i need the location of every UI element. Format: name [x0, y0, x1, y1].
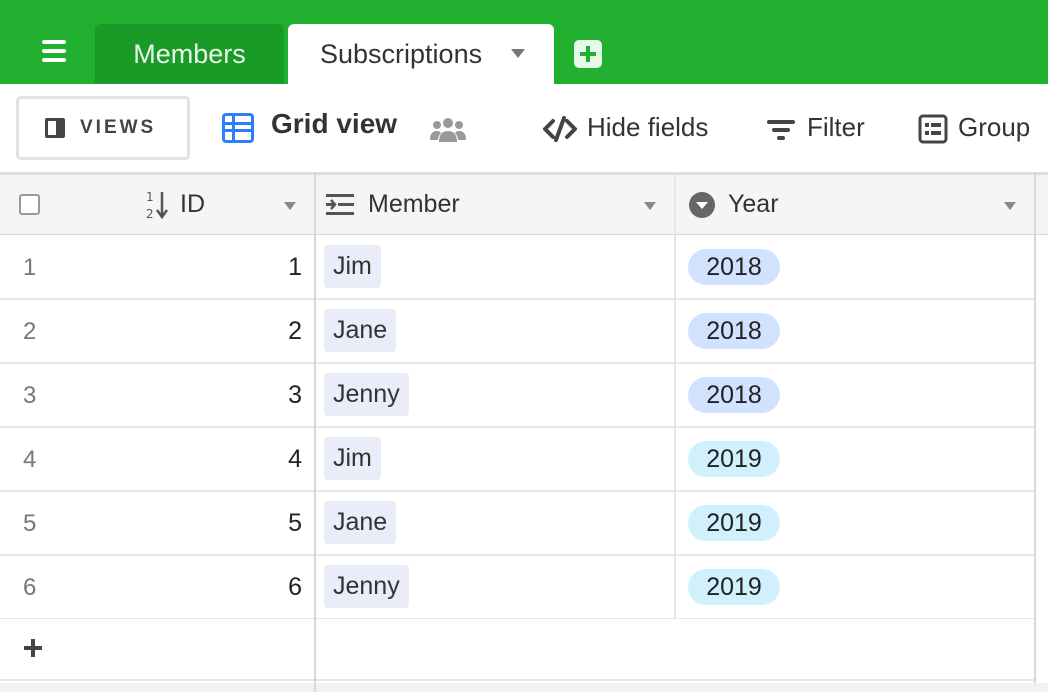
cell-id[interactable]: 1 — [288, 253, 302, 282]
column-divider — [674, 172, 676, 619]
row-number: 5 — [23, 510, 37, 537]
column-label-id: ID — [180, 190, 205, 218]
cell-id[interactable]: 5 — [288, 509, 302, 538]
hide-fields-label: Hide fields — [587, 112, 709, 142]
plus-icon[interactable] — [24, 639, 42, 657]
chevron-down-icon[interactable] — [511, 49, 525, 58]
table-row[interactable]: 1 1 Jim 2018 — [0, 236, 1036, 300]
sidebar-toggle-icon — [45, 118, 65, 138]
table-row[interactable]: 2 2 Jane 2018 — [0, 300, 1036, 364]
column-header-year[interactable]: Year — [676, 175, 1036, 235]
filter-button[interactable]: Filter — [766, 108, 874, 148]
chevron-down-icon[interactable] — [644, 202, 656, 210]
member-link-pill[interactable]: Jim — [324, 437, 381, 480]
cell-id[interactable]: 3 — [288, 381, 302, 410]
svg-text:1: 1 — [146, 190, 154, 204]
row-number: 1 — [23, 254, 37, 281]
year-tag[interactable]: 2019 — [688, 505, 780, 541]
filter-label: Filter — [807, 112, 865, 142]
menu-icon[interactable] — [36, 38, 72, 68]
group-icon — [918, 114, 948, 144]
tab-subscriptions[interactable]: Subscriptions — [288, 24, 554, 84]
column-label-member: Member — [368, 190, 460, 218]
table-row[interactable]: 3 3 Jenny 2018 — [0, 364, 1036, 428]
link-field-icon — [326, 194, 354, 215]
cell-id[interactable]: 4 — [288, 445, 302, 474]
column-header-member[interactable]: Member — [316, 175, 674, 235]
group-label: Group — [958, 112, 1031, 142]
row-number: 4 — [23, 446, 37, 473]
view-toolbar: VIEWS — [0, 84, 1048, 172]
table-row[interactable]: 4 4 Jim 2019 — [0, 428, 1036, 492]
hide-fields-icon — [543, 116, 577, 142]
year-tag[interactable]: 2019 — [688, 441, 780, 477]
column-divider — [314, 172, 316, 692]
tab-subscriptions-label: Subscriptions — [320, 39, 483, 69]
member-link-pill[interactable]: Jane — [324, 309, 397, 352]
member-link-pill[interactable]: Jenny — [324, 565, 409, 608]
year-tag[interactable]: 2018 — [688, 249, 780, 285]
views-label: VIEWS — [80, 117, 157, 138]
people-icon[interactable] — [430, 116, 466, 142]
add-record-row[interactable] — [0, 619, 1036, 681]
chevron-down-icon[interactable] — [284, 202, 296, 210]
view-name[interactable]: Grid view — [271, 108, 397, 140]
year-tag[interactable]: 2018 — [688, 377, 780, 413]
tab-members[interactable]: Members — [95, 24, 284, 84]
cell-id[interactable]: 6 — [288, 573, 302, 602]
single-select-icon — [689, 192, 715, 218]
group-button[interactable]: Group — [918, 108, 1048, 148]
column-divider — [1034, 172, 1036, 683]
views-button[interactable]: VIEWS — [16, 96, 190, 160]
member-link-pill[interactable]: Jane — [324, 501, 397, 544]
row-number: 6 — [23, 574, 37, 601]
grid-view-icon — [222, 113, 254, 143]
cell-id[interactable]: 2 — [288, 317, 302, 346]
table-tab-bar: Members Subscriptions — [0, 0, 1048, 84]
year-tag[interactable]: 2019 — [688, 569, 780, 605]
row-number: 3 — [23, 382, 37, 409]
filter-icon — [767, 120, 795, 140]
hide-fields-button[interactable]: Hide fields — [543, 108, 723, 148]
year-tag[interactable]: 2018 — [688, 313, 780, 349]
chevron-down-icon[interactable] — [1004, 202, 1016, 210]
member-link-pill[interactable]: Jim — [324, 245, 381, 288]
add-table-icon[interactable] — [574, 40, 602, 68]
svg-text:2: 2 — [146, 207, 154, 221]
member-link-pill[interactable]: Jenny — [324, 373, 409, 416]
column-label-year: Year — [728, 190, 779, 218]
row-number: 2 — [23, 318, 37, 345]
table-row[interactable]: 5 5 Jane 2019 — [0, 492, 1036, 556]
grid-header: 1 2 ID Member Year — [0, 175, 1048, 235]
table-row[interactable]: 6 6 Jenny 2019 — [0, 556, 1036, 620]
select-all-checkbox[interactable] — [19, 194, 40, 215]
number-sort-icon: 1 2 — [146, 190, 169, 221]
grid-footer — [0, 683, 1048, 692]
column-header-id[interactable]: 1 2 ID — [144, 175, 314, 235]
